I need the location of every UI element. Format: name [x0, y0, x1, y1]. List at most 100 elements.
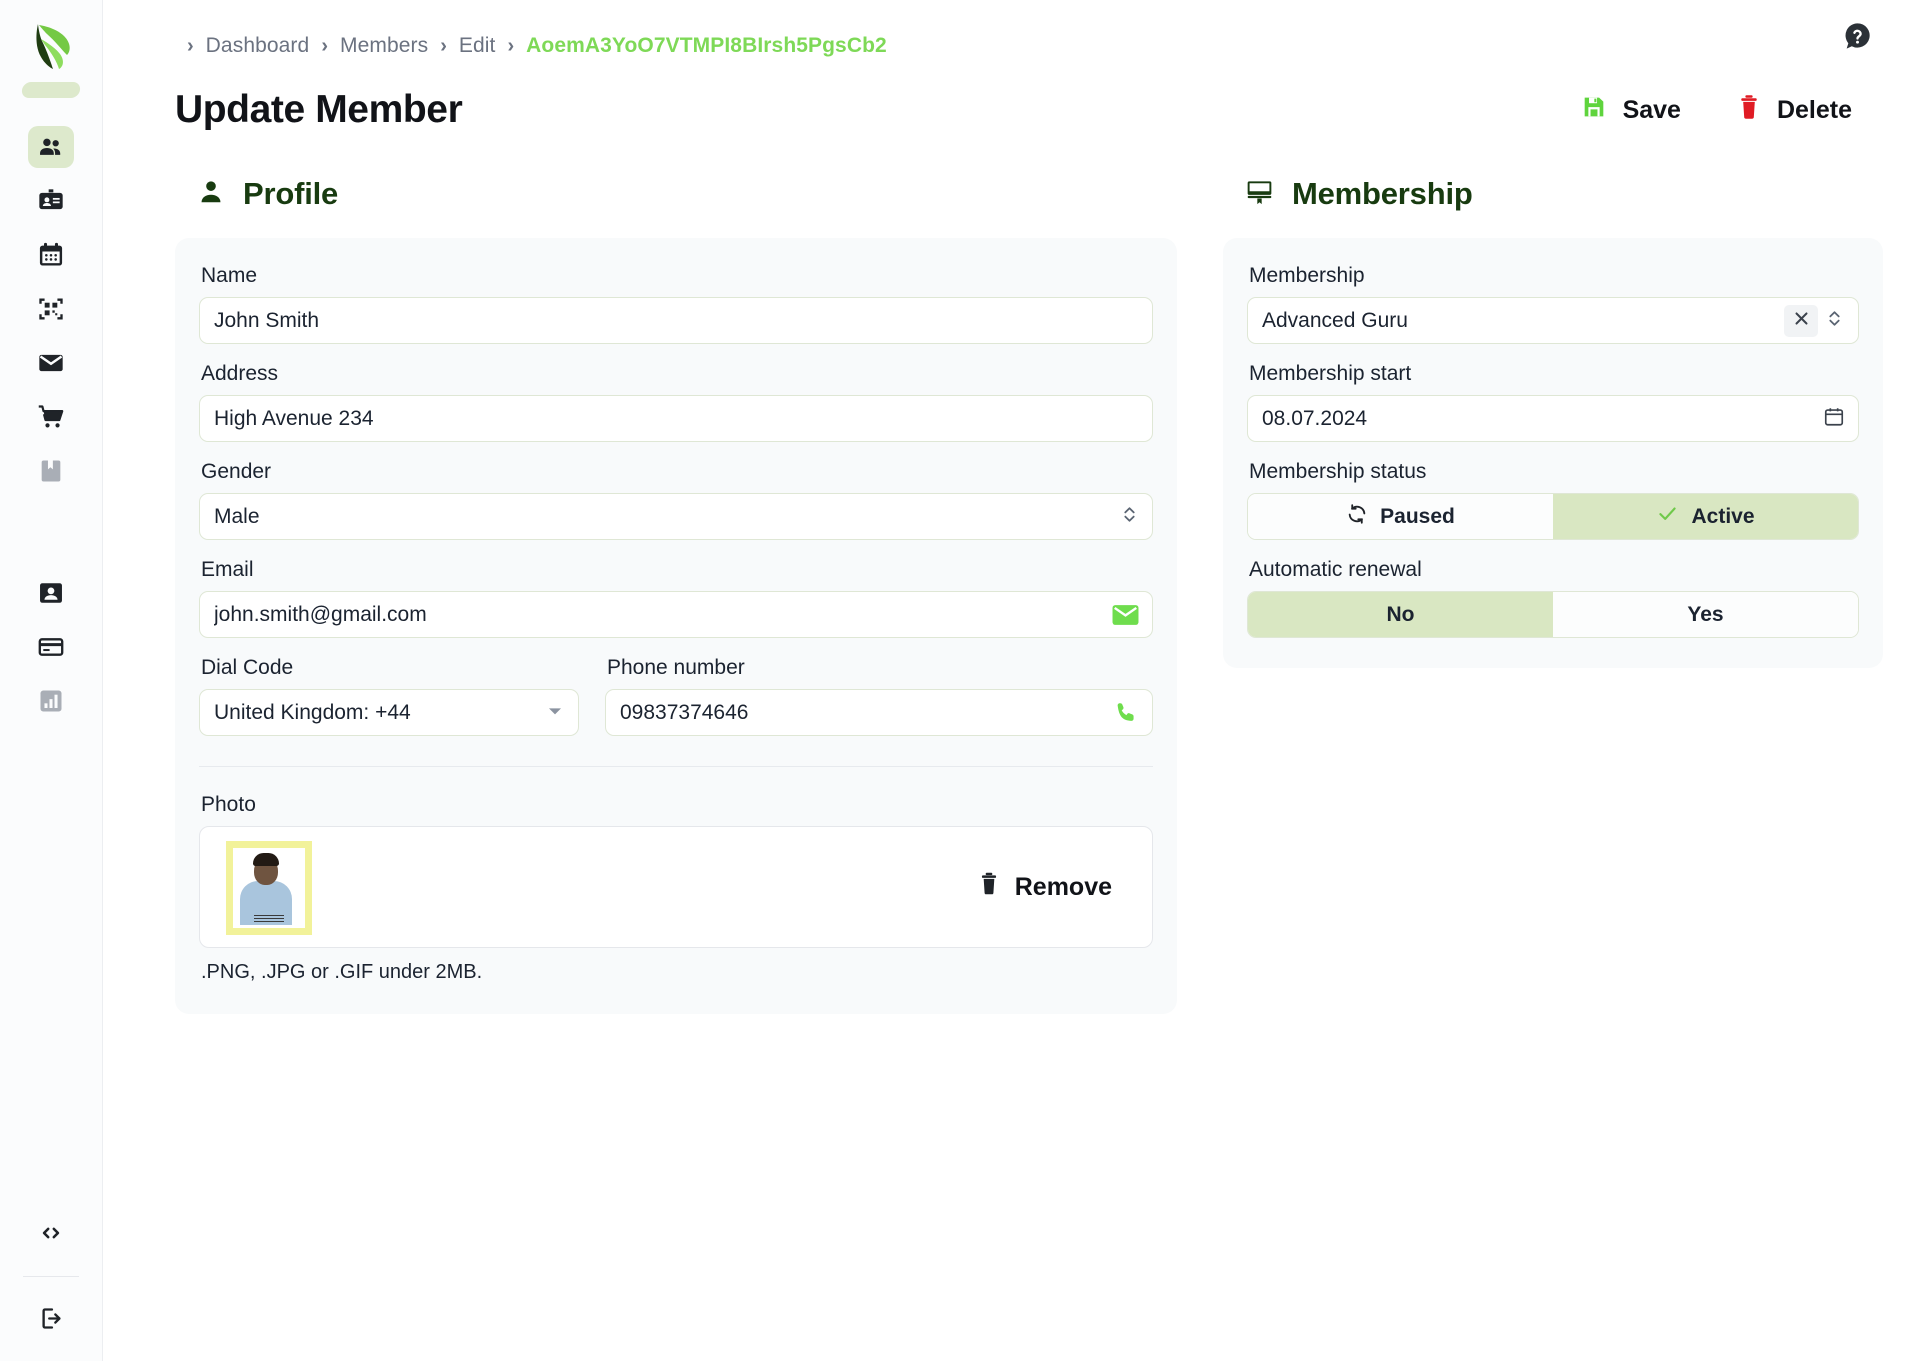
profile-section: Profile Name Address Gender	[175, 176, 1177, 1014]
status-paused-option[interactable]: Paused	[1248, 494, 1553, 539]
bar-chart-icon	[37, 687, 65, 715]
phone-number-input[interactable]	[605, 689, 1153, 736]
save-floppy-icon	[1581, 94, 1607, 127]
sidebar-item-account[interactable]	[28, 572, 74, 614]
clear-membership-button[interactable]	[1784, 304, 1818, 337]
phone-icon[interactable]	[1114, 700, 1139, 725]
name-input[interactable]	[199, 297, 1153, 344]
help-button[interactable]	[1840, 22, 1874, 56]
email-input[interactable]	[199, 591, 1153, 638]
gender-label: Gender	[201, 460, 272, 483]
sidebar-item-reports[interactable]	[28, 680, 74, 722]
sidebar-item-members[interactable]	[28, 126, 74, 168]
phone-number-input-wrap	[605, 689, 1153, 736]
breadcrumb-item-edit[interactable]: Edit	[459, 34, 496, 58]
breadcrumb-separator: ›	[507, 35, 515, 57]
membership-plan-field-group: Membership Advanced Guru	[1247, 264, 1859, 344]
status-paused-label: Paused	[1380, 504, 1455, 528]
sidebar-item-checkin[interactable]	[28, 288, 74, 330]
remove-photo-label: Remove	[1014, 872, 1112, 901]
status-active-option[interactable]: Active	[1553, 494, 1858, 539]
credit-card-icon	[37, 633, 65, 661]
photo-label: Photo	[201, 793, 256, 816]
membership-plan-label: Membership	[1249, 264, 1365, 287]
membership-plan-stepper[interactable]	[1824, 308, 1844, 334]
help-circle-icon	[1842, 21, 1873, 57]
membership-section-title: Membership	[1292, 176, 1473, 211]
dial-code-field-group: Dial Code	[199, 656, 579, 736]
membership-status-field-group: Membership status Paused Active	[1247, 460, 1859, 540]
page-actions: Save Delete	[1581, 94, 1870, 127]
sidebar-brand-pill	[20, 82, 82, 98]
mail-icon	[37, 349, 65, 377]
auto-renewal-label: Automatic renewal	[1249, 558, 1422, 581]
membership-plan-value: Advanced Guru	[1262, 308, 1408, 332]
membership-status-label: Membership status	[1249, 460, 1427, 483]
sidebar-item-staff[interactable]	[28, 180, 74, 222]
logout-icon	[38, 1305, 65, 1332]
sidebar-item-library[interactable]	[28, 450, 74, 492]
photo-dropzone[interactable]: Remove	[199, 826, 1153, 948]
address-input[interactable]	[199, 395, 1153, 442]
main-content: › Dashboard › Members › Edit › AoemA3YoO…	[103, 0, 1920, 1361]
membership-plan-combobox[interactable]: Advanced Guru	[1247, 297, 1859, 344]
breadcrumb-item-dashboard[interactable]: Dashboard	[206, 34, 310, 58]
profile-divider	[199, 766, 1153, 767]
remove-photo-button[interactable]: Remove	[972, 870, 1118, 904]
shopping-cart-icon	[37, 403, 65, 431]
email-label: Email	[201, 558, 254, 581]
name-field-group: Name	[199, 264, 1153, 344]
dial-code-select-wrap	[199, 689, 579, 736]
phone-number-label: Phone number	[607, 656, 745, 679]
email-field-group: Email	[199, 558, 1153, 638]
auto-renewal-no-option[interactable]: No	[1248, 592, 1553, 637]
delete-button-label: Delete	[1776, 95, 1852, 124]
address-label: Address	[201, 362, 279, 385]
photo-caption-lines	[254, 915, 284, 922]
dial-code-label: Dial Code	[201, 656, 294, 679]
close-x-icon	[1793, 310, 1810, 332]
contact-card-icon	[37, 579, 65, 607]
breadcrumb-item-members[interactable]: Members	[340, 34, 428, 58]
dial-code-select[interactable]	[199, 689, 579, 736]
id-badge-icon	[37, 187, 65, 215]
delete-button[interactable]: Delete	[1737, 94, 1852, 127]
form-columns: Profile Name Address Gender	[175, 176, 1883, 1014]
sidebar-item-billing[interactable]	[28, 626, 74, 668]
stepper-updown-icon	[1827, 308, 1842, 334]
gender-select[interactable]	[199, 493, 1153, 540]
membership-start-wrap	[1247, 395, 1859, 442]
photo-field-group: Photo Remove .PNG, .JPG or .GIF under 2M…	[199, 793, 1153, 984]
breadcrumb-item-member-id[interactable]: AoemA3YoO7VTMPI8BIrsh5PgsCb2	[526, 34, 887, 58]
save-button-label: Save	[1622, 95, 1681, 124]
sidebar-item-logout[interactable]	[28, 1297, 74, 1339]
phone-row: Dial Code Phone num	[199, 656, 1153, 736]
breadcrumb: › Dashboard › Members › Edit › AoemA3YoO…	[175, 34, 887, 58]
calendar-icon	[37, 241, 65, 269]
mail-icon[interactable]	[1112, 604, 1139, 626]
leaf-logo[interactable]	[23, 18, 79, 74]
photo-thumbnail	[222, 837, 314, 937]
sidebar-item-shop[interactable]	[28, 396, 74, 438]
membership-start-field-group: Membership start	[1247, 362, 1859, 442]
app-root: › Dashboard › Members › Edit › AoemA3YoO…	[0, 0, 1920, 1361]
membership-start-input[interactable]	[1247, 395, 1859, 442]
auto-renewal-segmented: No Yes	[1247, 591, 1859, 638]
topbar: › Dashboard › Members › Edit › AoemA3YoO…	[175, 0, 1874, 78]
calendar-picker-button[interactable]	[1823, 405, 1845, 432]
trash-icon	[1737, 94, 1761, 127]
sidebar-item-calendar[interactable]	[28, 234, 74, 276]
sidebar-item-messages[interactable]	[28, 342, 74, 384]
photo-hair	[253, 853, 279, 866]
check-icon	[1656, 502, 1679, 531]
phone-number-field-group: Phone number	[605, 656, 1153, 736]
photo-image	[238, 851, 294, 925]
profile-section-title: Profile	[243, 176, 339, 211]
auto-renewal-field-group: Automatic renewal No Yes	[1247, 558, 1859, 638]
auto-renewal-yes-option[interactable]: Yes	[1553, 592, 1858, 637]
name-label: Name	[201, 264, 258, 287]
page-title: Update Member	[175, 88, 463, 131]
save-button[interactable]: Save	[1581, 94, 1681, 127]
sidebar-item-embed[interactable]	[28, 1212, 74, 1254]
gender-field-group: Gender	[199, 460, 1153, 540]
